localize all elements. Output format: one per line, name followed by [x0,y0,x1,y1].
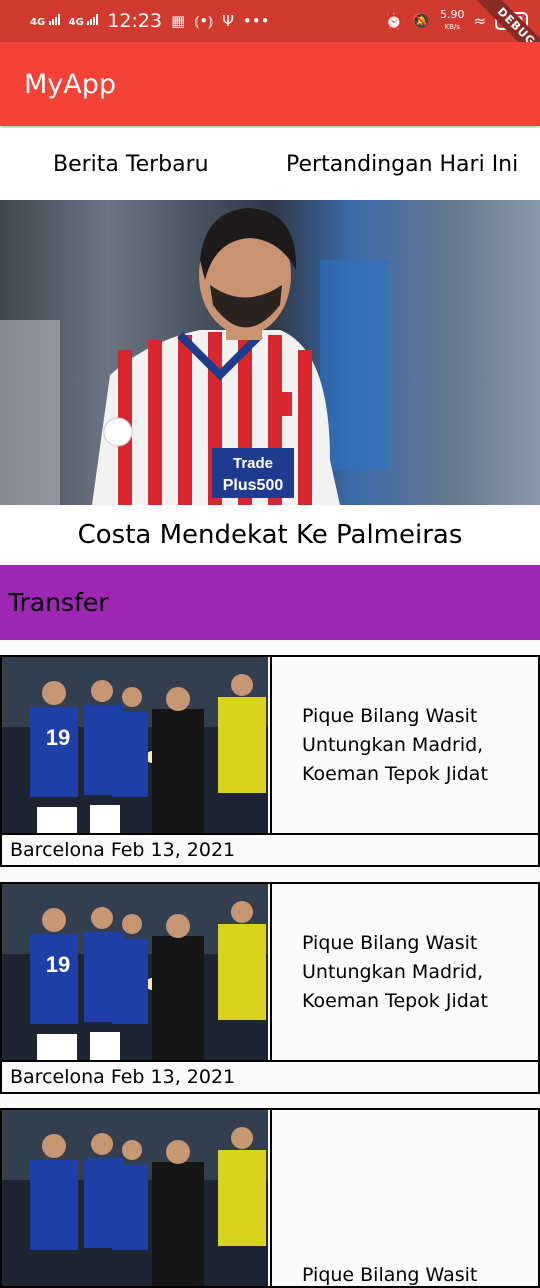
signal-icon: 4G [30,14,60,28]
news-thumbnail: 19 [2,657,272,833]
svg-text:19: 19 [46,952,70,977]
app-bar: MyApp [0,42,540,126]
mute-icon: 🔕 [412,12,431,30]
hotspot-icon: ⦅•⦆ [194,12,214,30]
news-title: Pique Bilang Wasit Untungkan Madrid, Koe… [302,704,488,785]
news-card-body: 19 Pique Bilang Wasit Untungkan Madrid, … [0,655,540,835]
jersey-sponsor-1: Trade [233,455,273,472]
news-title: Pique Bilang Wasit Untungkan Madrid, Koe… [302,931,488,1012]
signal-icon-2: 4G [69,14,99,28]
network-type-2: 4G [68,17,84,28]
news-title: Pique Bilang Wasit [302,1264,478,1286]
player-photo: Trade Plus500 [0,200,540,505]
wifi-icon: ≈ [473,12,487,30]
news-meta: Barcelona Feb 13, 2021 [0,1062,540,1094]
tab-bar: Berita Terbaru Pertandingan Hari Ini [0,128,540,200]
news-thumbnail [2,1110,272,1286]
news-thumbnail: 19 [2,884,272,1060]
tab-berita-terbaru[interactable]: Berita Terbaru [53,152,209,177]
category-header: Transfer [0,565,540,640]
network-speed-unit: KB/s [444,23,460,31]
network-type-1: 4G [30,17,46,28]
jersey-sponsor-2: Plus500 [223,477,284,494]
more-notifications-icon: ••• [242,12,270,30]
app-title: MyApp [24,68,117,100]
headline-title[interactable]: Costa Mendekat Ke Palmeiras [0,505,540,565]
network-speed: 5.90 KB/s [440,9,465,33]
usb-icon: Ψ [222,12,234,30]
shield-check-icon: ▦ [171,12,186,30]
players-photo: 19 [2,657,268,833]
network-speed-value: 5.90 [439,8,465,21]
tab-pertandingan-hari-ini[interactable]: Pertandingan Hari Ini [286,152,518,177]
news-card-body: Pique Bilang Wasit [0,1108,540,1288]
alarm-icon: ⏰ [384,12,404,30]
clock: 12:23 [107,10,163,32]
news-meta: Barcelona Feb 13, 2021 [0,835,540,867]
category-label: Transfer [8,588,109,617]
status-bar: 4G 4G 12:23 ▦ ⦅•⦆ Ψ ••• ⏰ 🔕 5.90 KB/s ≈ … [0,0,540,69]
svg-text:19: 19 [46,725,70,750]
headline-image[interactable]: Trade Plus500 [0,200,540,505]
news-card-body: 19 Pique Bilang Wasit Untungkan Madrid, … [0,882,540,1062]
players-photo [2,1110,268,1286]
players-photo: 19 [2,884,268,1060]
status-left: 4G 4G 12:23 ▦ ⦅•⦆ Ψ ••• [30,10,269,32]
